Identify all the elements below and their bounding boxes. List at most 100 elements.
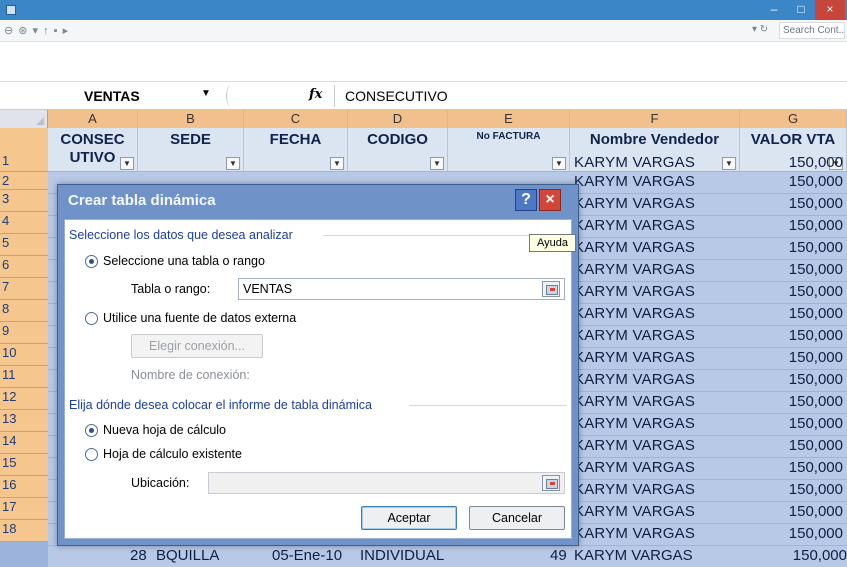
close-dialog-button[interactable]: ×: [539, 189, 561, 211]
cell-valor[interactable]: 150,000: [740, 503, 847, 520]
minimize-button[interactable]: –: [761, 0, 787, 20]
row-header[interactable]: 8: [0, 300, 48, 322]
cell-vendedor[interactable]: KARYM VARGAS: [570, 173, 740, 190]
insert-function-icon[interactable]: fx: [309, 87, 322, 102]
cell-vendedor[interactable]: KARYM VARGAS: [570, 481, 740, 498]
formula-bar: VENTAS ▼ fx CONSECUTIVO: [0, 82, 847, 110]
close-window-button[interactable]: ×: [815, 0, 845, 20]
cell-vendedor[interactable]: KARYM VARGAS: [570, 459, 740, 476]
column-header-f[interactable]: F: [570, 110, 740, 128]
row-header[interactable]: 15: [0, 454, 48, 476]
cell-valor[interactable]: 150,000: [740, 261, 847, 278]
row-header[interactable]: 2: [0, 172, 48, 190]
maximize-button[interactable]: □: [788, 0, 814, 20]
cell-fecha[interactable]: 05-Ene-10: [272, 547, 342, 564]
cell-vendedor[interactable]: KARYM VARGAS: [570, 371, 740, 388]
table-row[interactable]: KARYM VARGAS 150,000: [48, 154, 847, 172]
row-header[interactable]: 11: [0, 366, 48, 388]
cell-vendedor[interactable]: KARYM VARGAS: [570, 305, 740, 322]
cell-vendedor[interactable]: KARYM VARGAS: [570, 195, 740, 212]
row-header[interactable]: 12: [0, 388, 48, 410]
column-header-d[interactable]: D: [348, 110, 448, 128]
column-header-a[interactable]: A: [48, 110, 138, 128]
cell-vendedor[interactable]: KARYM VARGAS: [570, 349, 740, 366]
cell-vendedor[interactable]: KARYM VARGAS: [570, 503, 740, 520]
cell-valor[interactable]: 150,000: [740, 437, 847, 454]
cell-valor[interactable]: 150,000: [740, 371, 847, 388]
cell-valor[interactable]: 150,000: [740, 459, 847, 476]
cell-valor[interactable]: 150,000: [740, 195, 847, 212]
dialog-titlebar[interactable]: Crear tabla dinámica ? ×: [58, 185, 578, 217]
row-header[interactable]: 1: [0, 128, 48, 172]
refresh-icon[interactable]: ▾ ↻: [752, 24, 768, 35]
row-header[interactable]: 17: [0, 498, 48, 520]
radio-new-sheet[interactable]: [85, 424, 98, 437]
cell-valor[interactable]: 150,000: [740, 305, 847, 322]
radio-table-range[interactable]: [85, 255, 98, 268]
option-external-source-label[interactable]: Utilice una fuente de datos externa: [103, 311, 296, 325]
cell-valor[interactable]: 150,000: [740, 481, 847, 498]
row-header[interactable]: 9: [0, 322, 48, 344]
cell-vendedor[interactable]: KARYM VARGAS: [570, 415, 740, 432]
navigation-arrows-icon[interactable]: ⊖ ⊛ ▾ ↑ ▪ ▸: [4, 24, 69, 37]
option-existing-sheet-label[interactable]: Hoja de cálculo existente: [103, 447, 242, 461]
excel-app-icon[interactable]: [6, 5, 16, 15]
row-header[interactable]: 6: [0, 256, 48, 278]
ok-button[interactable]: Aceptar: [361, 506, 457, 530]
cell-vendedor[interactable]: KARYM VARGAS: [570, 261, 740, 278]
radio-external-source[interactable]: [85, 312, 98, 325]
radio-existing-sheet[interactable]: [85, 448, 98, 461]
column-header-e[interactable]: E: [448, 110, 570, 128]
cell-vendedor[interactable]: KARYM VARGAS: [570, 327, 740, 344]
cell-vendedor[interactable]: KARYM VARGAS: [570, 437, 740, 454]
table-range-input[interactable]: VENTAS: [238, 278, 565, 300]
cell-sede[interactable]: BQUILLA: [156, 547, 219, 564]
cell-consecutivo[interactable]: 28: [130, 547, 147, 564]
row-header[interactable]: 7: [0, 278, 48, 300]
column-header-b[interactable]: B: [138, 110, 244, 128]
help-button[interactable]: ?: [515, 189, 537, 211]
cell-valor[interactable]: 150,000: [740, 154, 847, 171]
table-row[interactable]: 28 BQUILLA 05-Ene-10 INDIVIDUAL 49 KARYM…: [48, 546, 847, 567]
cell-valor[interactable]: 150,000: [788, 547, 847, 564]
location-input[interactable]: [208, 472, 565, 494]
cell-valor[interactable]: 150,000: [740, 525, 847, 542]
row-header[interactable]: 14: [0, 432, 48, 454]
search-input[interactable]: Search Cont... ⌕: [779, 22, 845, 39]
cell-vendedor[interactable]: KARYM VARGAS: [570, 393, 740, 410]
row-header[interactable]: 5: [0, 234, 48, 256]
cell-valor[interactable]: 150,000: [740, 173, 847, 190]
cell-vendedor[interactable]: KARYM VARGAS: [570, 239, 740, 256]
cell-valor[interactable]: 150,000: [740, 415, 847, 432]
option-new-sheet-label[interactable]: Nueva hoja de cálculo: [103, 423, 226, 437]
select-all-corner[interactable]: [0, 110, 48, 128]
row-header[interactable]: 4: [0, 212, 48, 234]
cell-vendedor[interactable]: KARYM VARGAS: [570, 525, 740, 542]
collapse-dialog-icon[interactable]: [542, 281, 560, 297]
cell-valor[interactable]: 150,000: [740, 239, 847, 256]
option-table-range-label[interactable]: Seleccione una tabla o rango: [103, 254, 265, 268]
cell-vendedor[interactable]: KARYM VARGAS: [570, 154, 740, 171]
cell-no-factura[interactable]: 49: [550, 547, 567, 564]
cell-valor[interactable]: 150,000: [740, 283, 847, 300]
row-header[interactable]: 3: [0, 190, 48, 212]
cell-vendedor[interactable]: KARYM VARGAS: [574, 547, 693, 564]
row-header[interactable]: 10: [0, 344, 48, 366]
cancel-button[interactable]: Cancelar: [469, 506, 565, 530]
cell-vendedor[interactable]: KARYM VARGAS: [570, 217, 740, 234]
cell-valor[interactable]: 150,000: [740, 217, 847, 234]
row-header[interactable]: 18: [0, 520, 48, 542]
cell-valor[interactable]: 150,000: [740, 393, 847, 410]
row-header[interactable]: 16: [0, 476, 48, 498]
cell-codigo[interactable]: INDIVIDUAL: [360, 547, 444, 564]
cell-valor[interactable]: 150,000: [740, 349, 847, 366]
collapse-dialog-icon[interactable]: [542, 475, 560, 491]
formula-input[interactable]: CONSECUTIVO: [334, 85, 847, 107]
cell-vendedor[interactable]: KARYM VARGAS: [570, 283, 740, 300]
choose-connection-button[interactable]: Elegir conexión...: [131, 334, 263, 358]
column-header-g[interactable]: G: [740, 110, 847, 128]
name-box-dropdown-icon[interactable]: ▼: [201, 88, 211, 99]
column-header-c[interactable]: C: [244, 110, 348, 128]
cell-valor[interactable]: 150,000: [740, 327, 847, 344]
row-header[interactable]: 13: [0, 410, 48, 432]
